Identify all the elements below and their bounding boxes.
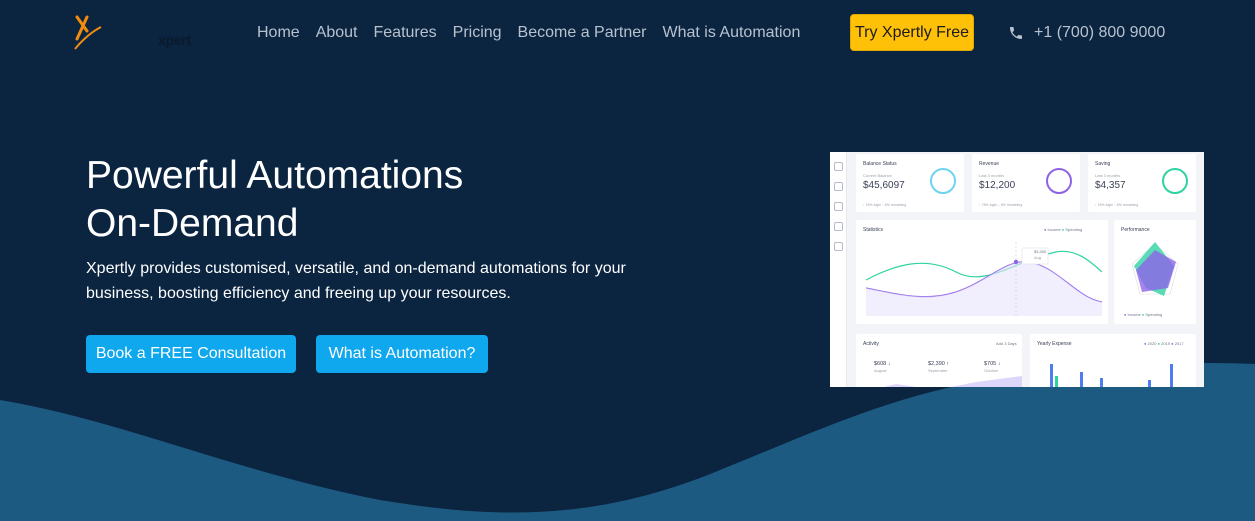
- statistics-card: Statistics ● Income ● Spending $3,300 Au…: [856, 220, 1108, 324]
- activity-area-chart: [884, 376, 1022, 387]
- hero-description: Xpertly provides customised, versatile, …: [86, 260, 626, 302]
- balance-ring-icon: [930, 168, 956, 194]
- card-value: $4,357: [1095, 180, 1126, 191]
- card-subtitle: Last 3 months: [1095, 173, 1121, 178]
- yearly-expense-card: Yearly Expense ● 2020 ● 2019 ● 2017: [1030, 334, 1196, 387]
- activity-label: August: [874, 368, 887, 373]
- activity-label: October: [984, 368, 999, 373]
- statistics-tooltip-value: $3,300: [1034, 249, 1047, 254]
- mobile-icon: [834, 202, 843, 211]
- calendar-icon: [834, 222, 843, 231]
- card-title: Saving: [1095, 161, 1111, 167]
- activity-value: $705 ↓: [984, 361, 1001, 367]
- card-foot: ↑ 15% login ↓ 8% remaining: [863, 203, 907, 207]
- statistics-tooltip-label: Aug: [1034, 255, 1042, 260]
- activity-card: Activity Add 3 Days $608 ↓ $2,390 ↑ $705…: [856, 334, 1022, 387]
- card-title: Balance Status: [863, 161, 897, 167]
- activity-label: September: [928, 368, 948, 373]
- navbar: xpert Home About Features Pricing Become…: [0, 0, 1255, 68]
- saving-card: Saving Last 3 months $4,357 ↑ 15% login …: [1088, 154, 1196, 212]
- nav-pricing[interactable]: Pricing: [453, 24, 502, 42]
- phone-number: +1 (700) 800 9000: [1034, 24, 1166, 41]
- xpert-logo[interactable]: xpert: [73, 13, 191, 53]
- performance-legend: ● Income ● Spending: [1124, 312, 1163, 317]
- activity-title: Activity: [863, 341, 879, 347]
- nav-about[interactable]: About: [316, 24, 358, 42]
- phone-icon: [1010, 27, 1022, 39]
- settings-icon: [834, 242, 843, 251]
- nav-home[interactable]: Home: [257, 24, 300, 42]
- statistics-legend: ● Income ● Spending: [1044, 227, 1083, 232]
- card-foot: ↑ 78% login ↓ 8% remaining: [979, 203, 1023, 207]
- hero-title-line1: Powerful Automations: [86, 154, 464, 197]
- card-value: $12,200: [979, 180, 1016, 191]
- dashboard-preview-image: Balance Status Current Balance $45,6097 …: [830, 152, 1204, 387]
- statistics-title: Statistics: [863, 227, 884, 233]
- performance-title: Performance: [1121, 227, 1150, 233]
- nav-what-is-automation[interactable]: What is Automation: [663, 24, 801, 42]
- card-subtitle: Last 3 months: [979, 173, 1005, 178]
- book-consultation-button[interactable]: Book a FREE Consultation: [86, 335, 296, 373]
- performance-card: Performance ● Income ● Spending: [1114, 220, 1196, 324]
- activity-value: $608 ↓: [874, 361, 891, 367]
- statistics-line-chart: [866, 242, 1102, 316]
- yearly-legend: ● 2020 ● 2019 ● 2017: [1144, 341, 1184, 346]
- revenue-ring-icon: [1046, 168, 1072, 194]
- balance-card: Balance Status Current Balance $45,6097 …: [856, 154, 964, 212]
- dashboard-sidebar: [830, 152, 847, 387]
- try-free-button[interactable]: Try Xpertly Free: [850, 14, 974, 51]
- card-title: Revenue: [979, 161, 1000, 167]
- hero-title-line2: On-Demand: [86, 202, 299, 245]
- yearly-bar-chart: [1050, 364, 1173, 387]
- yearly-expense-title: Yearly Expense: [1037, 341, 1072, 347]
- user-icon: [834, 182, 843, 191]
- card-foot: ↑ 15% login ↓ 8% remaining: [1095, 203, 1139, 207]
- card-value: $45,6097: [863, 180, 905, 191]
- revenue-card: Revenue Last 3 months $12,200 ↑ 78% logi…: [972, 154, 1080, 212]
- nav-links: Home About Features Pricing Become a Par…: [257, 24, 816, 42]
- nav-features[interactable]: Features: [374, 24, 437, 42]
- what-is-automation-button[interactable]: What is Automation?: [316, 335, 488, 373]
- performance-radar-chart: [1131, 242, 1179, 296]
- activity-link: Add 3 Days: [996, 341, 1017, 346]
- card-subtitle: Current Balance: [863, 173, 892, 178]
- saving-ring-icon: [1162, 168, 1188, 194]
- logo-text: xpert: [158, 32, 191, 48]
- phone-link[interactable]: +1 (700) 800 9000: [1008, 24, 1165, 42]
- hero-title: Powerful Automations On-Demand: [86, 152, 606, 248]
- nav-become-partner[interactable]: Become a Partner: [518, 24, 647, 42]
- home-icon: [834, 162, 843, 171]
- activity-value: $2,390 ↑: [928, 361, 950, 367]
